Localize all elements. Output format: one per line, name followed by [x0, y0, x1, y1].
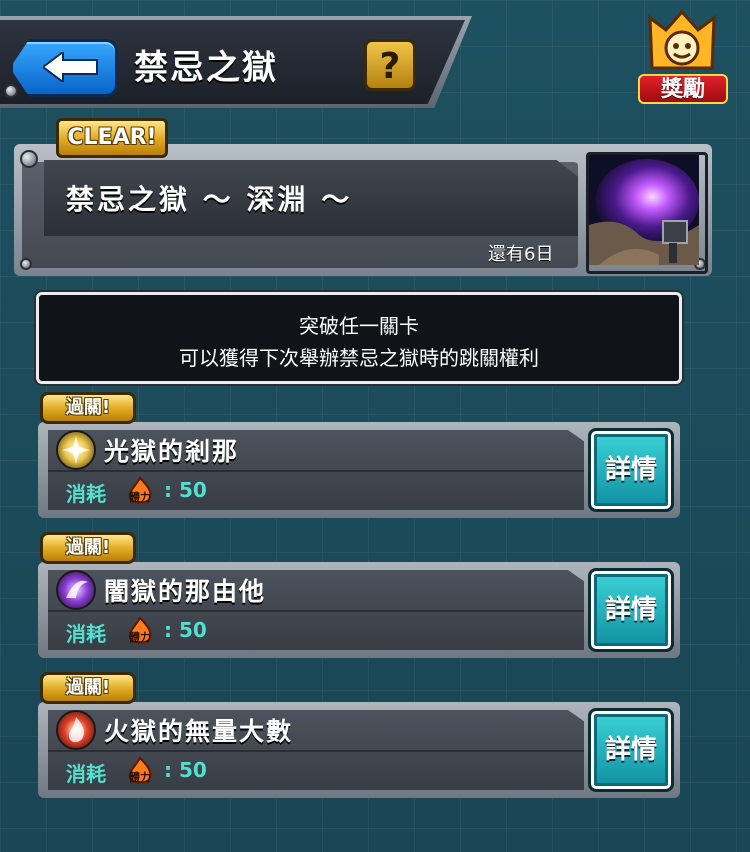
abyss-portal-icon — [589, 155, 699, 265]
svg-text:體力: 體力 — [129, 770, 151, 784]
stage-divider — [48, 610, 584, 612]
rivet-decoration — [4, 84, 18, 98]
description-line-1: 突破任一關卡 — [299, 314, 419, 338]
light-element-icon — [56, 430, 96, 470]
remaining-days: 還有6日 — [488, 244, 554, 265]
description-line-2: 可以獲得下次舉辦禁忌之獄時的跳關權利 — [179, 346, 539, 370]
reward-label: 獎勵 — [638, 74, 728, 104]
help-button[interactable]: ? — [364, 39, 416, 91]
svg-text:體力: 體力 — [129, 490, 151, 504]
svg-text:體力: 體力 — [129, 630, 151, 644]
stage-row-light[interactable]: 光獄的剎那 消耗 體力 : 50 詳情 過關! — [38, 392, 680, 518]
cost-label: 消耗 — [66, 482, 106, 506]
stage-divider — [48, 470, 584, 472]
stage-row-dark[interactable]: 闇獄的那由他 消耗 體力 : 50 詳情 過關! — [38, 532, 680, 658]
stamina-icon: 體力 — [124, 476, 156, 508]
back-arrow-icon — [43, 52, 98, 82]
fire-element-icon — [56, 710, 96, 750]
dark-element-icon — [56, 570, 96, 610]
cost-label: 消耗 — [66, 762, 106, 786]
cleared-badge: 過關! — [40, 392, 136, 424]
stamina-icon: 體力 — [124, 756, 156, 788]
stamina-icon: 體力 — [124, 616, 156, 648]
cost-value: : 50 — [164, 758, 207, 782]
detail-button[interactable]: 詳情 — [588, 568, 674, 652]
detail-button[interactable]: 詳情 — [588, 428, 674, 512]
detail-button[interactable]: 詳情 — [588, 708, 674, 792]
cost-label: 消耗 — [66, 622, 106, 646]
back-button[interactable] — [10, 39, 118, 97]
stage-name: 光獄的剎那 — [104, 437, 240, 466]
stage-divider — [48, 750, 584, 752]
cost-value: : 50 — [164, 618, 207, 642]
cost-value: : 50 — [164, 478, 207, 502]
rivet-decoration — [20, 150, 38, 168]
rivet-decoration — [20, 258, 32, 270]
page-title: 禁忌之獄 — [134, 48, 278, 88]
cleared-badge: 過關! — [40, 532, 136, 564]
clear-badge: CLEAR! — [56, 118, 168, 158]
stage-name: 火獄的無量大數 — [104, 717, 294, 746]
event-title: 禁忌之獄 ～ 深淵 ～ — [66, 183, 353, 216]
cleared-badge: 過關! — [40, 672, 136, 704]
abyss-stage-image — [586, 152, 708, 274]
stage-row-fire[interactable]: 火獄的無量大數 消耗 體力 : 50 詳情 過關! — [38, 672, 680, 798]
stage-name: 闇獄的那由他 — [104, 577, 267, 606]
